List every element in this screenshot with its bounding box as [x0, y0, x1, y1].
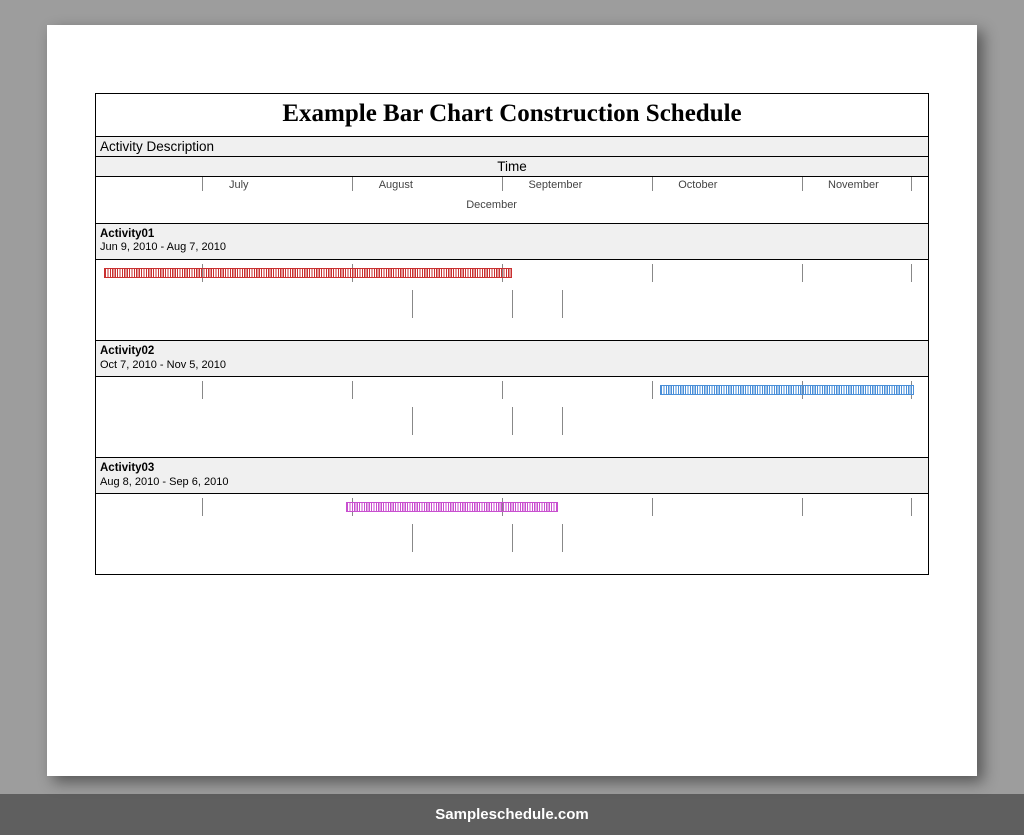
gantt-row — [96, 377, 928, 458]
grid-tick — [802, 264, 803, 282]
grid-tick — [802, 498, 803, 516]
grid-tick-minor — [512, 290, 513, 318]
chart-title: Example Bar Chart Construction Schedule — [96, 94, 928, 137]
grid-tick-minor — [412, 524, 413, 552]
grid-tick — [652, 498, 653, 516]
grid-tick-minor — [562, 524, 563, 552]
schedule-container: Example Bar Chart Construction Schedule … — [95, 93, 929, 575]
activity-header: Activity02Oct 7, 2010 - Nov 5, 2010 — [96, 341, 928, 377]
gantt-bar — [104, 268, 512, 278]
grid-tick-minor — [412, 290, 413, 318]
month-label: July — [229, 179, 249, 191]
timeline-tick — [802, 177, 803, 191]
grid-tick-minor — [412, 407, 413, 435]
activity-dates: Aug 8, 2010 - Sep 6, 2010 — [100, 476, 924, 490]
timeline-tick — [652, 177, 653, 191]
grid-tick — [652, 264, 653, 282]
gantt-row — [96, 260, 928, 341]
gantt-timeline — [96, 494, 928, 574]
gantt-bar — [660, 385, 914, 395]
grid-tick — [202, 498, 203, 516]
grid-tick-minor — [562, 407, 563, 435]
grid-tick — [911, 264, 912, 282]
month-label: September — [528, 179, 582, 191]
gantt-bar — [346, 502, 558, 512]
timeline-tick — [502, 177, 503, 191]
month-label: October — [678, 179, 717, 191]
month-label: November — [828, 179, 879, 191]
activity-name: Activity02 — [100, 344, 924, 358]
gantt-row — [96, 494, 928, 575]
time-header: Time — [96, 157, 928, 177]
gantt-timeline — [96, 377, 928, 457]
activity-name: Activity01 — [100, 227, 924, 241]
activity-dates: Jun 9, 2010 - Aug 7, 2010 — [100, 241, 924, 255]
grid-tick-minor — [562, 290, 563, 318]
activity-description-header: Activity Description — [96, 137, 928, 157]
activity-name: Activity03 — [100, 461, 924, 475]
grid-tick-minor — [512, 524, 513, 552]
timeline-tick — [352, 177, 353, 191]
month-label-secondary: December — [466, 199, 517, 211]
timeline-tick — [202, 177, 203, 191]
activity-dates: Oct 7, 2010 - Nov 5, 2010 — [100, 359, 924, 373]
activity-header: Activity03Aug 8, 2010 - Sep 6, 2010 — [96, 458, 928, 494]
grid-tick — [502, 381, 503, 399]
activity-header: Activity01Jun 9, 2010 - Aug 7, 2010 — [96, 224, 928, 260]
month-label: August — [379, 179, 413, 191]
grid-tick — [352, 381, 353, 399]
grid-tick-minor — [512, 407, 513, 435]
footer-credit: Sampleschedule.com — [0, 794, 1024, 835]
grid-tick — [911, 498, 912, 516]
timeline-header: July August September October November Decemb… — [96, 177, 928, 224]
grid-tick — [652, 381, 653, 399]
grid-tick — [202, 381, 203, 399]
timeline-tick — [911, 177, 912, 191]
activities-list: Activity01Jun 9, 2010 - Aug 7, 2010Activ… — [96, 224, 928, 575]
gantt-timeline — [96, 260, 928, 340]
document-page: Example Bar Chart Construction Schedule … — [47, 25, 977, 776]
